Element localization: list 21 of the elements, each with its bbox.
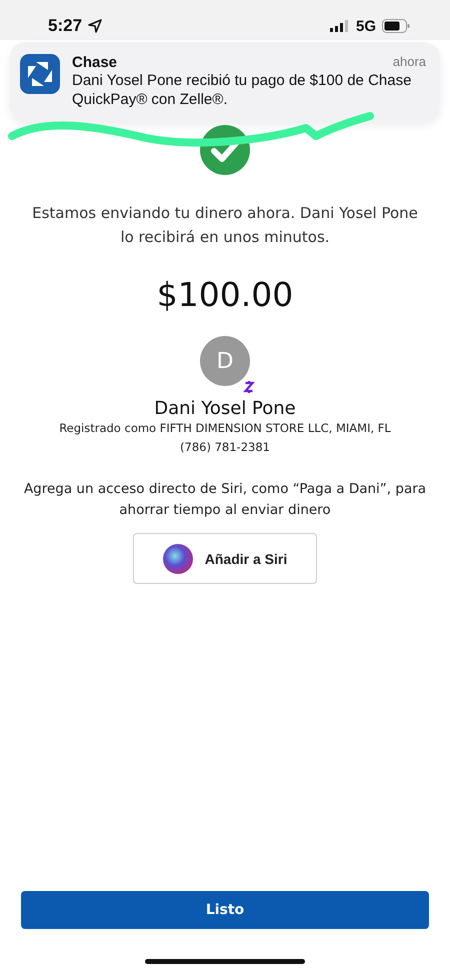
siri-shortcut-text: Agrega un acceso directo de Siri, como “Paga a Dani”, para ahorrar tiempo al enviar dinero: [22, 480, 428, 520]
status-time: 5:27: [48, 16, 82, 36]
chase-logo-icon: [20, 54, 60, 94]
siri-icon: [162, 544, 193, 574]
location-arrow-icon: [88, 19, 102, 33]
notification-card[interactable]: Chase ahora Dani Yosel Pone recibió tu pago de $100 de Chase QuickPay® con Zelle®.: [10, 42, 440, 121]
add-to-siri-button[interactable]: Añadir a Siri: [133, 533, 317, 584]
phone-number: (786) 781-2381: [180, 439, 270, 456]
registered-info: Registrado como FIFTH DIMENSION STORE LLC, MIAMI, FL: [59, 420, 391, 437]
notification-app-name: Chase: [72, 54, 118, 71]
signal-icon: [330, 20, 350, 32]
battery-icon: [382, 19, 410, 33]
done-button[interactable]: Listo: [21, 891, 429, 929]
avatar: D: [200, 336, 250, 386]
payment-amount: $100.00: [156, 275, 294, 314]
notification-time: ahora: [392, 54, 426, 71]
confirmation-message: Estamos enviando tu dinero ahora. Dani Yosel Pone lo recibirá en unos minutos.: [31, 203, 419, 248]
network-label: 5G: [356, 18, 376, 34]
recipient-name: Dani Yosel Pone: [154, 398, 296, 419]
checkmark-icon: [200, 125, 250, 175]
notification-message: Dani Yosel Pone recibió tu pago de $100 de Chase QuickPay® con Zelle®.: [72, 71, 412, 109]
